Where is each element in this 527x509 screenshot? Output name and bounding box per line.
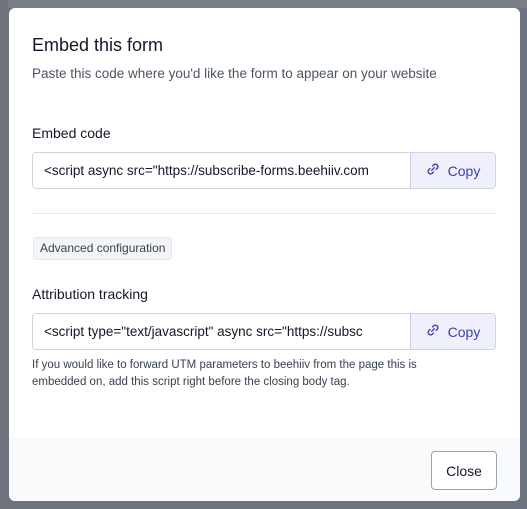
modal-backdrop-left xyxy=(0,0,8,509)
copy-embed-code-button[interactable]: Copy xyxy=(410,153,495,188)
dialog-title: Embed this form xyxy=(32,35,164,55)
link-icon xyxy=(426,323,440,340)
dialog-body: Embed this form Paste this code where yo… xyxy=(9,8,520,438)
attribution-code-group: <script type="text/javascript" async src… xyxy=(32,313,496,350)
dialog-subtitle: Paste this code where you'd like the for… xyxy=(32,66,437,81)
section-divider xyxy=(32,213,496,214)
attribution-code-field[interactable]: <script type="text/javascript" async src… xyxy=(33,314,410,349)
embed-code-field[interactable]: <script async src="https://subscribe-for… xyxy=(33,153,410,188)
embed-code-label: Embed code xyxy=(32,125,111,141)
advanced-configuration-badge: Advanced configuration xyxy=(33,237,173,260)
embed-form-dialog: Embed this form Paste this code where yo… xyxy=(9,8,520,501)
embed-code-group: <script async src="https://subscribe-for… xyxy=(32,152,496,189)
attribution-helper-text: If you would like to forward UTM paramet… xyxy=(32,359,417,388)
close-button[interactable]: Close xyxy=(431,451,497,490)
link-icon xyxy=(426,162,440,179)
attribution-tracking-label: Attribution tracking xyxy=(32,286,148,302)
modal-backdrop xyxy=(0,0,527,8)
copy-button-label: Copy xyxy=(447,323,481,340)
copy-button-label: Copy xyxy=(447,162,481,179)
dialog-footer: Close xyxy=(9,438,520,501)
copy-attribution-button[interactable]: Copy xyxy=(410,314,495,349)
